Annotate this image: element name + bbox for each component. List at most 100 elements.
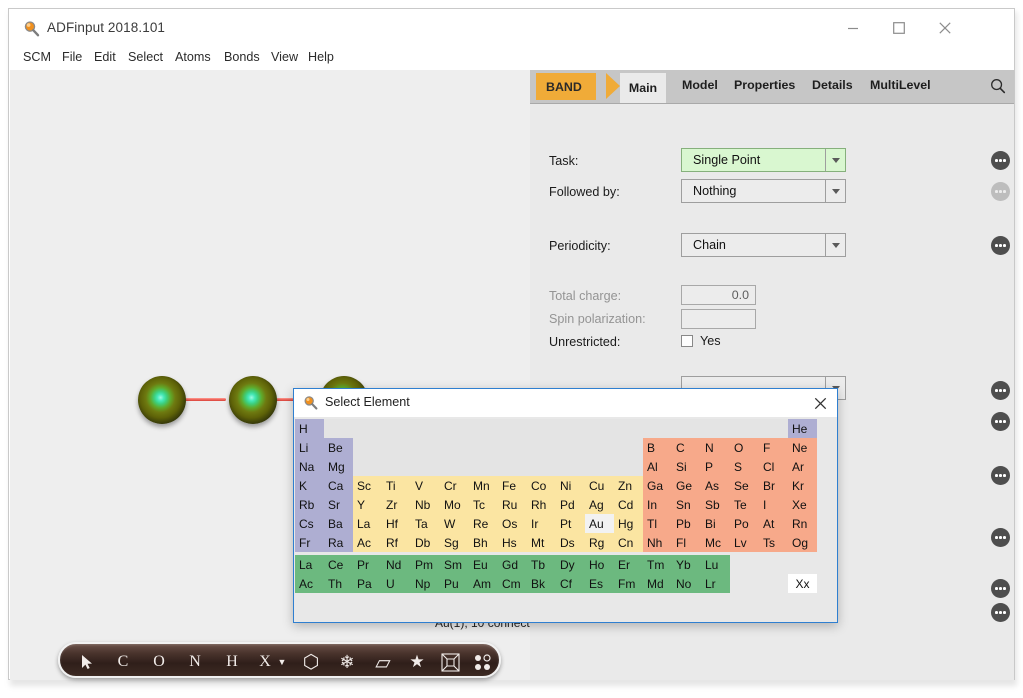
element-cell-ta[interactable]: Ta (411, 514, 440, 533)
element-cell-np[interactable]: Np (411, 574, 440, 593)
element-cell-bi[interactable]: Bi (701, 514, 730, 533)
element-cell-fm[interactable]: Fm (614, 574, 643, 593)
element-cell-lv[interactable]: Lv (730, 533, 759, 552)
element-cell-mn[interactable]: Mn (469, 476, 498, 495)
element-cell-br[interactable]: Br (759, 476, 788, 495)
element-cell-mt[interactable]: Mt (527, 533, 556, 552)
menu-edit[interactable]: Edit (94, 50, 116, 64)
element-cell-tc[interactable]: Tc (469, 495, 498, 514)
element-cell-sn[interactable]: Sn (672, 495, 701, 514)
element-cell-bk[interactable]: Bk (527, 574, 556, 593)
element-cell-ho[interactable]: Ho (585, 555, 614, 574)
element-cell-at[interactable]: At (759, 514, 788, 533)
menu-scm[interactable]: SCM (23, 50, 51, 64)
element-cell-am[interactable]: Am (469, 574, 498, 593)
select-arrow-tool-icon[interactable] (72, 644, 102, 680)
element-cell-pu[interactable]: Pu (440, 574, 469, 593)
element-cell-al[interactable]: Al (643, 457, 672, 476)
element-cell-re[interactable]: Re (469, 514, 498, 533)
total-charge-input[interactable]: 0.0 (681, 285, 756, 305)
periodicity-options-button[interactable] (991, 236, 1010, 255)
element-cell-er[interactable]: Er (614, 555, 643, 574)
atom-sphere[interactable] (229, 376, 277, 424)
element-cell-ni[interactable]: Ni (556, 476, 585, 495)
row-options-button[interactable] (991, 381, 1010, 400)
element-cell-po[interactable]: Po (730, 514, 759, 533)
element-cell-hf[interactable]: Hf (382, 514, 411, 533)
element-cell-c[interactable]: C (672, 438, 701, 457)
element-cell-fl[interactable]: Fl (672, 533, 701, 552)
star-tool[interactable]: ★ (400, 644, 434, 680)
nitrogen-tool[interactable]: N (180, 644, 210, 680)
element-cell-gd[interactable]: Gd (498, 555, 527, 574)
element-cell-fe[interactable]: Fe (498, 476, 527, 495)
chevron-down-icon[interactable] (825, 180, 845, 202)
element-cell-ce[interactable]: Ce (324, 555, 353, 574)
tab-details[interactable]: Details (812, 78, 853, 92)
element-cell-pr[interactable]: Pr (353, 555, 382, 574)
element-cell-se[interactable]: Se (730, 476, 759, 495)
element-cell-dummy[interactable]: Xx (788, 574, 817, 593)
element-cell-s[interactable]: S (730, 457, 759, 476)
element-cell-nb[interactable]: Nb (411, 495, 440, 514)
atom-sphere[interactable] (138, 376, 186, 424)
element-cell-db[interactable]: Db (411, 533, 440, 552)
element-cell-ne[interactable]: Ne (788, 438, 817, 457)
element-cell-cn[interactable]: Cn (614, 533, 643, 552)
element-cell-ti[interactable]: Ti (382, 476, 411, 495)
element-cell-ru[interactable]: Ru (498, 495, 527, 514)
carbon-tool[interactable]: C (108, 644, 138, 680)
element-cell-ir[interactable]: Ir (527, 514, 556, 533)
unrestricted-checkbox[interactable]: Yes (681, 334, 721, 348)
element-cell-pd[interactable]: Pd (556, 495, 585, 514)
chevron-down-icon[interactable] (825, 234, 845, 256)
element-cell-nh[interactable]: Nh (643, 533, 672, 552)
element-cell-no[interactable]: No (672, 574, 701, 593)
element-cell-md[interactable]: Md (643, 574, 672, 593)
element-cell-rf[interactable]: Rf (382, 533, 411, 552)
bandstructure-options-button[interactable] (991, 603, 1010, 622)
element-cell-lu[interactable]: Lu (701, 555, 730, 574)
element-cell-pt[interactable]: Pt (556, 514, 585, 533)
element-cell-tm[interactable]: Tm (643, 555, 672, 574)
element-cell-hs[interactable]: Hs (498, 533, 527, 552)
row-options-button[interactable] (991, 466, 1010, 485)
menu-bonds[interactable]: Bonds (224, 50, 260, 64)
menu-file[interactable]: File (62, 50, 82, 64)
element-cell-na[interactable]: Na (295, 457, 324, 476)
tab-main[interactable]: Main (620, 73, 666, 103)
element-cell-cl[interactable]: Cl (759, 457, 788, 476)
element-cell-th[interactable]: Th (324, 574, 353, 593)
element-cell-ds[interactable]: Ds (556, 533, 585, 552)
task-options-button[interactable] (991, 151, 1010, 170)
element-cell-rn[interactable]: Rn (788, 514, 817, 533)
element-cell-cm[interactable]: Cm (498, 574, 527, 593)
row-options-button[interactable] (991, 579, 1010, 598)
element-cell-sg[interactable]: Sg (440, 533, 469, 552)
maximize-button[interactable] (876, 9, 922, 47)
element-cell-nd[interactable]: Nd (382, 555, 411, 574)
oxygen-tool[interactable]: O (144, 644, 174, 680)
element-cell-dy[interactable]: Dy (556, 555, 585, 574)
element-cell-fr[interactable]: Fr (295, 533, 324, 552)
element-cell-o[interactable]: O (730, 438, 759, 457)
element-cell-bh[interactable]: Bh (469, 533, 498, 552)
chevron-down-icon[interactable]: ▼ (276, 644, 288, 680)
element-cell-tb[interactable]: Tb (527, 555, 556, 574)
element-cell-cd[interactable]: Cd (614, 495, 643, 514)
row-options-button[interactable] (991, 412, 1010, 431)
plane-tool[interactable]: ▱ (368, 644, 398, 680)
element-cell-ra[interactable]: Ra (324, 533, 353, 552)
element-cell-pm[interactable]: Pm (411, 555, 440, 574)
element-cell-ca[interactable]: Ca (324, 476, 353, 495)
menu-select[interactable]: Select (128, 50, 163, 64)
element-cell-rg[interactable]: Rg (585, 533, 614, 552)
element-cell-yb[interactable]: Yb (672, 555, 701, 574)
element-cell-kr[interactable]: Kr (788, 476, 817, 495)
row-options-button[interactable] (991, 528, 1010, 547)
search-icon[interactable] (980, 70, 1015, 102)
element-cell-pa[interactable]: Pa (353, 574, 382, 593)
element-cell-cu[interactable]: Cu (585, 476, 614, 495)
checkbox-box[interactable] (681, 335, 693, 347)
dialog-close-button[interactable] (809, 393, 831, 413)
